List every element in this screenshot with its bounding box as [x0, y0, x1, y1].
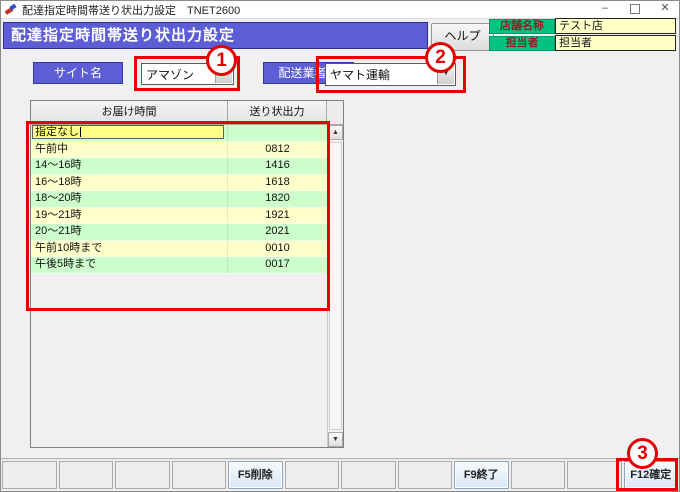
site-name-value: アマゾン	[146, 68, 195, 82]
code-cell[interactable]: 1921	[228, 208, 327, 224]
person-in-charge-value: 担当者	[555, 35, 676, 51]
window-controls: – ✕	[590, 0, 680, 18]
table-row[interactable]: 午前10時まで 0010	[31, 240, 327, 258]
text-caret	[80, 127, 81, 138]
footer-button-empty[interactable]	[341, 461, 396, 489]
scrollbar-track[interactable]	[328, 140, 343, 432]
site-name-label: サイト名	[33, 62, 123, 84]
table-row[interactable]: 19〜21時 1921	[31, 207, 327, 225]
time-cell[interactable]: 20〜21時	[31, 224, 228, 240]
code-cell[interactable]: 0010	[228, 241, 327, 257]
table-row[interactable]: 午前中 0812	[31, 141, 327, 159]
f12-confirm-button[interactable]: F12確定	[623, 461, 678, 489]
time-cell[interactable]: 14〜16時	[31, 158, 228, 174]
code-cell[interactable]: 1820	[228, 191, 327, 207]
titlebar: 配達指定時間帯送り状出力設定 TNET2600 – ✕	[0, 0, 680, 19]
scroll-down-icon[interactable]: ▼	[328, 432, 343, 447]
maximize-button[interactable]	[620, 0, 650, 18]
column-header-code: 送り状出力	[228, 101, 327, 125]
time-cell[interactable]: 19〜21時	[31, 207, 228, 224]
code-cell[interactable]: 1416	[228, 158, 327, 174]
time-cell: 指定なし	[31, 125, 228, 141]
footer-button-bar: F5削除 F9終了 F12確定	[2, 461, 678, 489]
help-button[interactable]: ヘルプ	[431, 23, 494, 51]
footer-button-empty[interactable]	[284, 461, 339, 489]
footer-button-empty[interactable]	[171, 461, 226, 489]
maximize-icon	[630, 4, 640, 14]
window-title: 配達指定時間帯送り状出力設定 TNET2600	[22, 5, 241, 17]
code-cell[interactable]: 1618	[228, 175, 327, 191]
site-name-select[interactable]: アマゾン ▼	[141, 63, 234, 85]
code-cell[interactable]: 0017	[228, 257, 327, 273]
table-header-corner	[327, 101, 343, 125]
close-button[interactable]: ✕	[650, 0, 680, 18]
scroll-up-icon[interactable]: ▲	[328, 125, 343, 140]
time-table-body: 指定なし午前中 0812 14〜16時 1416 16〜18時 1618 18〜20時 182…	[31, 125, 327, 447]
dropdown-arrow-icon[interactable]: ▼	[215, 65, 232, 83]
store-name-label: 店舗名称	[489, 19, 555, 34]
time-cell[interactable]: 18〜20時	[31, 191, 228, 207]
code-cell[interactable]	[228, 125, 327, 141]
table-row[interactable]: 午後5時まで 0017	[31, 257, 327, 274]
footer-separator	[0, 458, 680, 460]
column-header-time: お届け時間	[31, 101, 228, 125]
table-header: お届け時間 送り状出力	[31, 101, 343, 125]
footer-button-empty[interactable]	[58, 461, 113, 489]
app-icon	[4, 3, 17, 15]
footer-button-empty[interactable]	[510, 461, 565, 489]
code-cell[interactable]: 2021	[228, 224, 327, 240]
page-title: 配達指定時間帯送り状出力設定	[3, 22, 428, 49]
f5-delete-button[interactable]: F5削除	[228, 461, 283, 489]
table-row[interactable]: 16〜18時 1618	[31, 174, 327, 192]
dropdown-arrow-icon[interactable]: ▼	[437, 65, 454, 84]
table-row[interactable]: 20〜21時 2021	[31, 224, 327, 241]
time-table: お届け時間 送り状出力 指定なし 午前中 0812 14〜16時 1416 16〜18時 1…	[30, 100, 344, 448]
footer-button-empty[interactable]	[2, 461, 57, 489]
footer-button-empty[interactable]	[397, 461, 452, 489]
f9-exit-button[interactable]: F9終了	[454, 461, 509, 489]
minimize-button[interactable]: –	[590, 0, 620, 18]
table-row[interactable]: 指定なし	[31, 125, 327, 142]
carrier-name-select[interactable]: ヤマト運輸 ▼	[325, 63, 456, 86]
time-cell[interactable]: 16〜18時	[31, 174, 228, 191]
store-name-value: テスト店	[555, 18, 676, 34]
footer-button-empty[interactable]	[567, 461, 622, 489]
scrollbar-thumb[interactable]	[329, 142, 342, 430]
carrier-name-value: ヤマト運輸	[330, 68, 391, 82]
footer-button-empty[interactable]	[115, 461, 170, 489]
time-cell-text: 指定なし	[35, 126, 79, 138]
time-cell-edit-input[interactable]: 指定なし	[32, 125, 224, 139]
time-cell[interactable]: 午前10時まで	[31, 240, 228, 257]
time-cell[interactable]: 午前中	[31, 141, 228, 158]
code-cell[interactable]: 0812	[228, 142, 327, 158]
time-cell[interactable]: 午後5時まで	[31, 257, 228, 273]
table-row[interactable]: 18〜20時 1820	[31, 191, 327, 208]
vertical-scrollbar[interactable]: ▲ ▼	[327, 125, 343, 447]
person-in-charge-label: 担当者	[489, 36, 555, 51]
table-row[interactable]: 14〜16時 1416	[31, 158, 327, 175]
